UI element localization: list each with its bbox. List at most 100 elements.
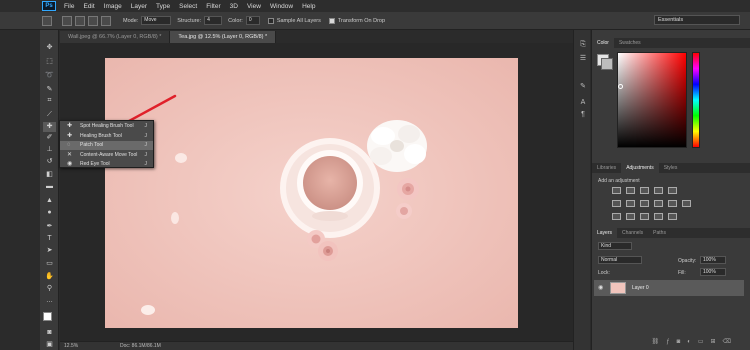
workspace-dropdown[interactable]: Essentials [654, 15, 740, 25]
eye-icon[interactable]: ◉ [598, 284, 603, 291]
flyout-spot-healing-brush[interactable]: ✚ Spot Healing Brush Tool J [60, 122, 153, 131]
hue-slider[interactable] [692, 52, 700, 148]
paragraph-panel-icon[interactable]: ¶ [578, 110, 588, 120]
menu-edit[interactable]: Edit [83, 3, 94, 10]
brush-tool-icon[interactable]: ✐ [43, 133, 56, 143]
character-panel-icon[interactable]: A [578, 98, 588, 108]
invert-icon[interactable] [612, 213, 621, 220]
new-selection-button[interactable] [62, 15, 72, 26]
blend-mode-dropdown[interactable]: Normal [598, 256, 642, 264]
new-layer-icon[interactable]: ⊞ [710, 339, 722, 345]
crop-tool-icon[interactable]: ⌗ [43, 96, 56, 106]
adjustment-layer-icon[interactable]: ◐ [687, 339, 698, 345]
subtract-selection-button[interactable] [88, 15, 98, 26]
menu-view[interactable]: View [247, 3, 261, 10]
vibrance-icon[interactable] [668, 187, 677, 194]
menu-layer[interactable]: Layer [131, 3, 147, 10]
color-balance-icon[interactable] [626, 200, 635, 207]
black-white-icon[interactable] [640, 200, 649, 207]
tab-layers[interactable]: Layers [592, 228, 618, 238]
layer-filter-kind[interactable]: Kind [598, 242, 632, 250]
gradient-tool-icon[interactable]: ▬ [43, 182, 56, 192]
zoom-level[interactable]: 12.5% [64, 343, 78, 349]
type-tool-icon[interactable]: T [43, 234, 56, 244]
quick-mask-icon[interactable]: ◙ [43, 328, 56, 338]
mode-dropdown[interactable]: Move [141, 16, 172, 25]
tab-styles[interactable]: Styles [659, 163, 683, 173]
menu-help[interactable]: Help [302, 3, 315, 10]
history-panel-icon[interactable]: ⎘ [578, 40, 588, 50]
trash-icon[interactable]: ⌫ [723, 339, 738, 345]
group-icon[interactable]: ▭ [698, 339, 711, 345]
menu-image[interactable]: Image [104, 3, 122, 10]
menu-3d[interactable]: 3D [230, 3, 238, 10]
hand-tool-icon[interactable]: ✋ [43, 272, 56, 282]
menu-window[interactable]: Window [270, 3, 293, 10]
tab-libraries[interactable]: Libraries [592, 163, 621, 173]
flyout-healing-brush[interactable]: ✚ Healing Brush Tool J [60, 132, 153, 141]
eyedropper-tool-icon[interactable]: ⟋ [43, 110, 56, 120]
rectangle-tool-icon[interactable]: ▭ [43, 259, 56, 269]
hue-saturation-icon[interactable] [612, 200, 621, 207]
layer-row[interactable]: ◉ Layer 0 [594, 280, 744, 296]
foreground-color-swatch[interactable] [43, 312, 52, 321]
curves-icon[interactable] [640, 187, 649, 194]
exposure-icon[interactable] [654, 187, 663, 194]
panel-background-swatch[interactable] [601, 58, 613, 70]
history-brush-tool-icon[interactable]: ↺ [43, 157, 56, 167]
link-layers-icon[interactable]: ⛓ [652, 339, 667, 345]
tab-adjustments[interactable]: Adjustments [621, 163, 659, 173]
move-tool-icon[interactable]: ✥ [43, 43, 56, 53]
menu-file[interactable]: File [64, 3, 74, 10]
sample-all-layers-checkbox[interactable] [267, 17, 274, 24]
tab-paths[interactable]: Paths [648, 228, 671, 238]
color-picker-cursor[interactable] [618, 84, 623, 89]
color-field[interactable]: 0 [245, 16, 260, 25]
mask-icon[interactable]: ◙ [677, 339, 688, 345]
properties-panel-icon[interactable]: ☰ [578, 54, 588, 64]
gradient-map-icon[interactable] [668, 213, 677, 220]
flyout-patch-tool[interactable]: ◌ Patch Tool J [60, 141, 153, 150]
marquee-tool-icon[interactable]: ⬚ [43, 57, 56, 67]
threshold-icon[interactable] [640, 213, 649, 220]
photo-filter-icon[interactable] [654, 200, 663, 207]
tool-preset-picker[interactable] [42, 15, 52, 26]
clone-stamp-tool-icon[interactable]: ⊥ [43, 145, 56, 155]
fill-field[interactable]: 100% [700, 268, 726, 276]
opacity-field[interactable]: 100% [700, 256, 726, 264]
more-tools-icon[interactable]: … [43, 296, 56, 306]
fx-icon[interactable]: ƒ [666, 339, 676, 345]
dodge-tool-icon[interactable]: ● [43, 208, 56, 218]
flyout-red-eye[interactable]: ◉ Red Eye Tool J [60, 160, 153, 169]
structure-field[interactable]: 4 [204, 16, 223, 25]
levels-icon[interactable] [626, 187, 635, 194]
quick-selection-tool-icon[interactable]: ✎ [43, 85, 56, 95]
tab-color[interactable]: Color [592, 38, 614, 48]
brush-panel-icon[interactable]: ✎ [578, 82, 588, 92]
color-picker-field[interactable] [617, 52, 687, 148]
screen-mode-icon[interactable]: ▣ [43, 340, 56, 350]
add-to-selection-button[interactable] [75, 15, 85, 26]
lasso-tool-icon[interactable]: ➰ [43, 71, 56, 81]
brightness-icon[interactable] [612, 187, 621, 194]
pen-tool-icon[interactable]: ✒ [43, 222, 56, 232]
posterize-icon[interactable] [626, 213, 635, 220]
tab-channels[interactable]: Channels [617, 228, 648, 238]
transform-on-drop-checkbox[interactable] [328, 17, 335, 24]
blur-tool-icon[interactable]: ▲ [43, 196, 56, 206]
intersect-selection-button[interactable] [101, 15, 111, 26]
color-lookup-icon[interactable] [682, 200, 691, 207]
menu-filter[interactable]: Filter [206, 3, 220, 10]
flyout-content-aware-move[interactable]: ✕ Content-Aware Move Tool J [60, 151, 153, 160]
eraser-tool-icon[interactable]: ◧ [43, 170, 56, 180]
menu-type[interactable]: Type [156, 3, 170, 10]
healing-brush-tool-icon[interactable]: ✚ [43, 122, 56, 132]
channel-mixer-icon[interactable] [668, 200, 677, 207]
selective-color-icon[interactable] [654, 213, 663, 220]
tab-swatches[interactable]: Swatches [614, 38, 646, 48]
tab-wall[interactable]: Wall.jpeg @ 66.7% (Layer 0, RGB/8) * [60, 31, 171, 43]
tab-tea[interactable]: Tea.jpg @ 12.5% (Layer 0, RGB/8) * [170, 31, 277, 43]
path-selection-tool-icon[interactable]: ➤ [43, 246, 56, 256]
menu-select[interactable]: Select [179, 3, 197, 10]
zoom-tool-icon[interactable]: ⚲ [43, 284, 56, 294]
